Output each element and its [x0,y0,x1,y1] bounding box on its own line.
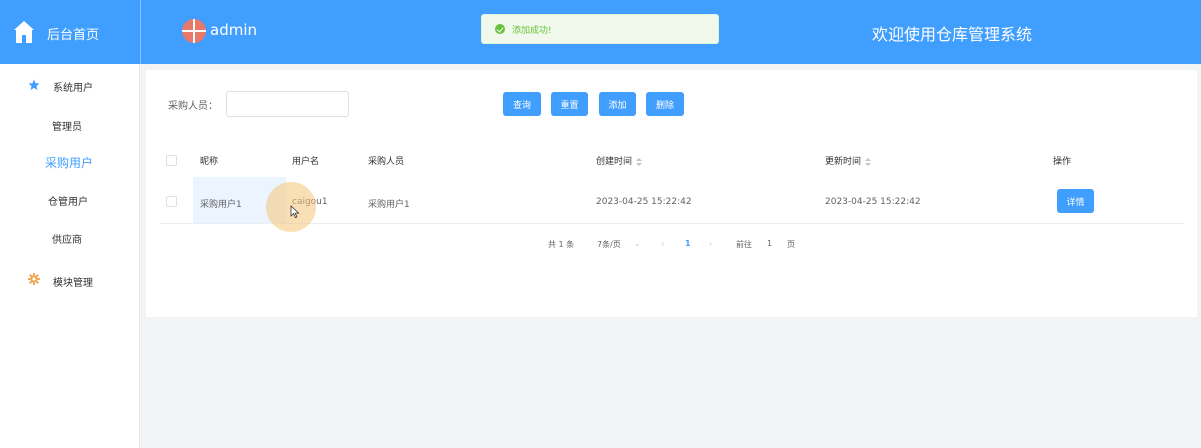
top-bar: 后台首页 admin 添加成功! 欢迎使用仓库管理系统 [0,0,1201,64]
cell-created: 2023-04-25 15:22:42 [596,197,692,207]
detail-button[interactable]: 详情 [1057,189,1094,213]
row-checkbox[interactable] [166,196,177,207]
system-title: 欢迎使用仓库管理系统 [872,25,1033,44]
prev-page-icon[interactable]: ‹ [661,239,664,248]
cell-nickname: 采购用户1 [200,200,242,210]
check-circle-icon [495,24,505,34]
home-label: 后台首页 [47,28,100,43]
mouse-cursor-icon [290,205,300,219]
pagination-total: 共 1 条 [548,240,575,249]
page-size-select[interactable]: 7条/页 [597,239,621,250]
sidebar-item-suppliers[interactable]: 供应商 [52,231,82,246]
query-button[interactable]: 查询 [503,92,541,116]
header-divider [140,0,141,64]
avatar[interactable] [182,19,206,43]
toast-message: 添加成功! [512,26,552,36]
sidebar: 系统用户 管理员 采购用户 仓管用户 供应商 模块管理 [0,64,140,448]
next-page-icon[interactable]: › [709,239,712,248]
column-header-updated-label: 更新时间 [825,157,862,167]
star-icon [28,79,40,90]
success-toast: 添加成功! [481,14,719,44]
cell-updated: 2023-04-25 15:22:42 [825,197,921,207]
column-header-created-label: 创建时间 [596,157,633,167]
sort-icon[interactable] [865,157,872,166]
sidebar-item-purchase-users[interactable]: 采购用户 [45,154,93,171]
sidebar-item-admin[interactable]: 管理员 [52,118,82,133]
gear-icon [28,273,40,285]
column-header-buyer: 采购人员 [368,157,405,167]
sidebar-item-modules[interactable]: 模块管理 [53,274,93,289]
page-suffix: 页 [787,240,795,249]
add-button[interactable]: 添加 [599,92,636,116]
home-icon [14,21,34,43]
row-divider [160,223,1184,224]
column-header-nickname: 昵称 [200,157,219,167]
main-panel: 采购人员： 查询 重置 添加 删除 昵称 用户名 采购人员 创建时间 更新时间 … [146,70,1197,317]
cell-buyer: 采购用户1 [368,200,410,210]
sidebar-item-system-users[interactable]: 系统用户 [53,79,93,94]
column-header-created[interactable]: 创建时间 [596,154,643,167]
chevron-down-icon[interactable]: ⌄ [634,239,641,248]
goto-label: 前往 [736,240,752,249]
delete-button[interactable]: 删除 [646,92,684,116]
column-header-actions: 操作 [1053,157,1072,167]
sidebar-item-warehouse-users[interactable]: 仓管用户 [48,193,88,208]
goto-page-input[interactable]: 1 [767,239,772,248]
sort-icon[interactable] [636,157,643,166]
column-header-username: 用户名 [292,157,320,167]
column-header-updated[interactable]: 更新时间 [825,154,872,167]
buyer-search-input[interactable] [226,91,349,117]
page-number-current[interactable]: 1 [685,239,691,248]
home-link[interactable]: 后台首页 [0,0,140,64]
select-all-checkbox[interactable] [166,155,177,166]
username[interactable]: admin [210,21,257,39]
reset-button[interactable]: 重置 [551,92,588,116]
buyer-search-label: 采购人员： [168,101,218,112]
